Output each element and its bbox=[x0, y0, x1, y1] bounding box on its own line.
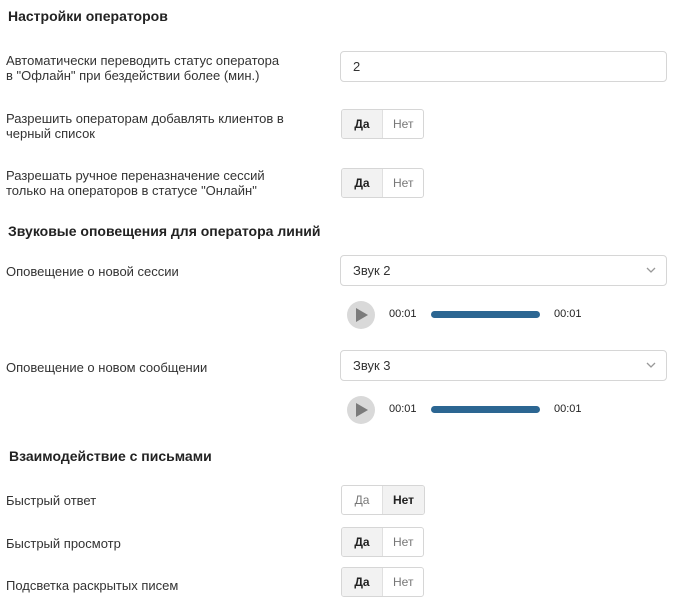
new-session-play-button[interactable] bbox=[347, 301, 375, 329]
quick-view-toggle[interactable]: Да Нет bbox=[341, 527, 425, 557]
auto-offline-label-line1: Автоматически переводить статус оператор… bbox=[6, 53, 280, 68]
chevron-down-icon bbox=[646, 362, 656, 368]
new-message-play-button[interactable] bbox=[347, 396, 375, 424]
reassign-yes-option[interactable]: Да bbox=[342, 169, 382, 197]
reassign-label: Разрешать ручное переназначение сессий т… bbox=[6, 168, 265, 198]
new-session-sound-select[interactable]: Звук 2 bbox=[340, 255, 667, 286]
section-title-emails: Взаимодействие с письмами bbox=[9, 448, 212, 464]
blacklist-label: Разрешить операторам добавлять клиентов … bbox=[6, 111, 284, 141]
quick-view-no-option[interactable]: Нет bbox=[382, 528, 423, 556]
quick-reply-toggle[interactable]: Да Нет bbox=[341, 485, 426, 515]
blacklist-yes-option[interactable]: Да bbox=[342, 110, 382, 138]
auto-offline-label-line2: в "Офлайн" при бездействии более (мин.) bbox=[6, 68, 260, 83]
highlight-toggle[interactable]: Да Нет bbox=[341, 567, 425, 597]
new-session-sound-value: Звук 2 bbox=[353, 263, 391, 278]
auto-offline-label: Автоматически переводить статус оператор… bbox=[6, 53, 279, 83]
highlight-yes-option[interactable]: Да bbox=[342, 568, 382, 596]
quick-view-label: Быстрый просмотр bbox=[6, 536, 121, 551]
blacklist-no-option[interactable]: Нет bbox=[382, 110, 423, 138]
new-message-audio-player: 00:01 00:01 bbox=[347, 396, 587, 424]
new-session-duration: 00:01 bbox=[554, 308, 582, 320]
quick-reply-no-option[interactable]: Нет bbox=[382, 486, 425, 514]
new-message-sound-label: Оповещение о новом сообщении bbox=[6, 360, 208, 375]
auto-offline-minutes-input[interactable]: 2 bbox=[340, 51, 667, 82]
quick-reply-yes-option[interactable]: Да bbox=[342, 486, 382, 514]
section-title-operators: Настройки операторов bbox=[8, 8, 168, 24]
blacklist-toggle[interactable]: Да Нет bbox=[341, 109, 425, 139]
chevron-down-icon bbox=[646, 267, 656, 273]
new-session-audio-player: 00:01 00:01 bbox=[347, 301, 587, 329]
reassign-toggle[interactable]: Да Нет bbox=[341, 168, 425, 198]
new-message-duration: 00:01 bbox=[554, 403, 582, 415]
new-message-current-time: 00:01 bbox=[389, 403, 417, 415]
reassign-label-line1: Разрешать ручное переназначение сессий bbox=[6, 168, 265, 183]
play-icon bbox=[356, 308, 368, 322]
new-session-sound-label: Оповещение о новой сессии bbox=[6, 264, 179, 279]
new-session-current-time: 00:01 bbox=[389, 308, 417, 320]
new-session-progress-bar[interactable] bbox=[431, 311, 540, 318]
new-message-sound-select[interactable]: Звук 3 bbox=[340, 350, 667, 381]
blacklist-label-line2: черный список bbox=[6, 126, 95, 141]
play-icon bbox=[356, 403, 368, 417]
reassign-label-line2: только на операторов в статусе "Онлайн" bbox=[6, 183, 257, 198]
quick-reply-label: Быстрый ответ bbox=[6, 493, 97, 508]
quick-view-yes-option[interactable]: Да bbox=[342, 528, 382, 556]
reassign-no-option[interactable]: Нет bbox=[382, 169, 423, 197]
highlight-no-option[interactable]: Нет bbox=[382, 568, 423, 596]
new-message-sound-value: Звук 3 bbox=[353, 358, 391, 373]
highlight-label: Подсветка раскрытых писем bbox=[6, 578, 179, 593]
section-title-sounds: Звуковые оповещения для оператора линий bbox=[8, 223, 321, 239]
blacklist-label-line1: Разрешить операторам добавлять клиентов … bbox=[6, 111, 284, 126]
new-message-progress-bar[interactable] bbox=[431, 406, 540, 413]
